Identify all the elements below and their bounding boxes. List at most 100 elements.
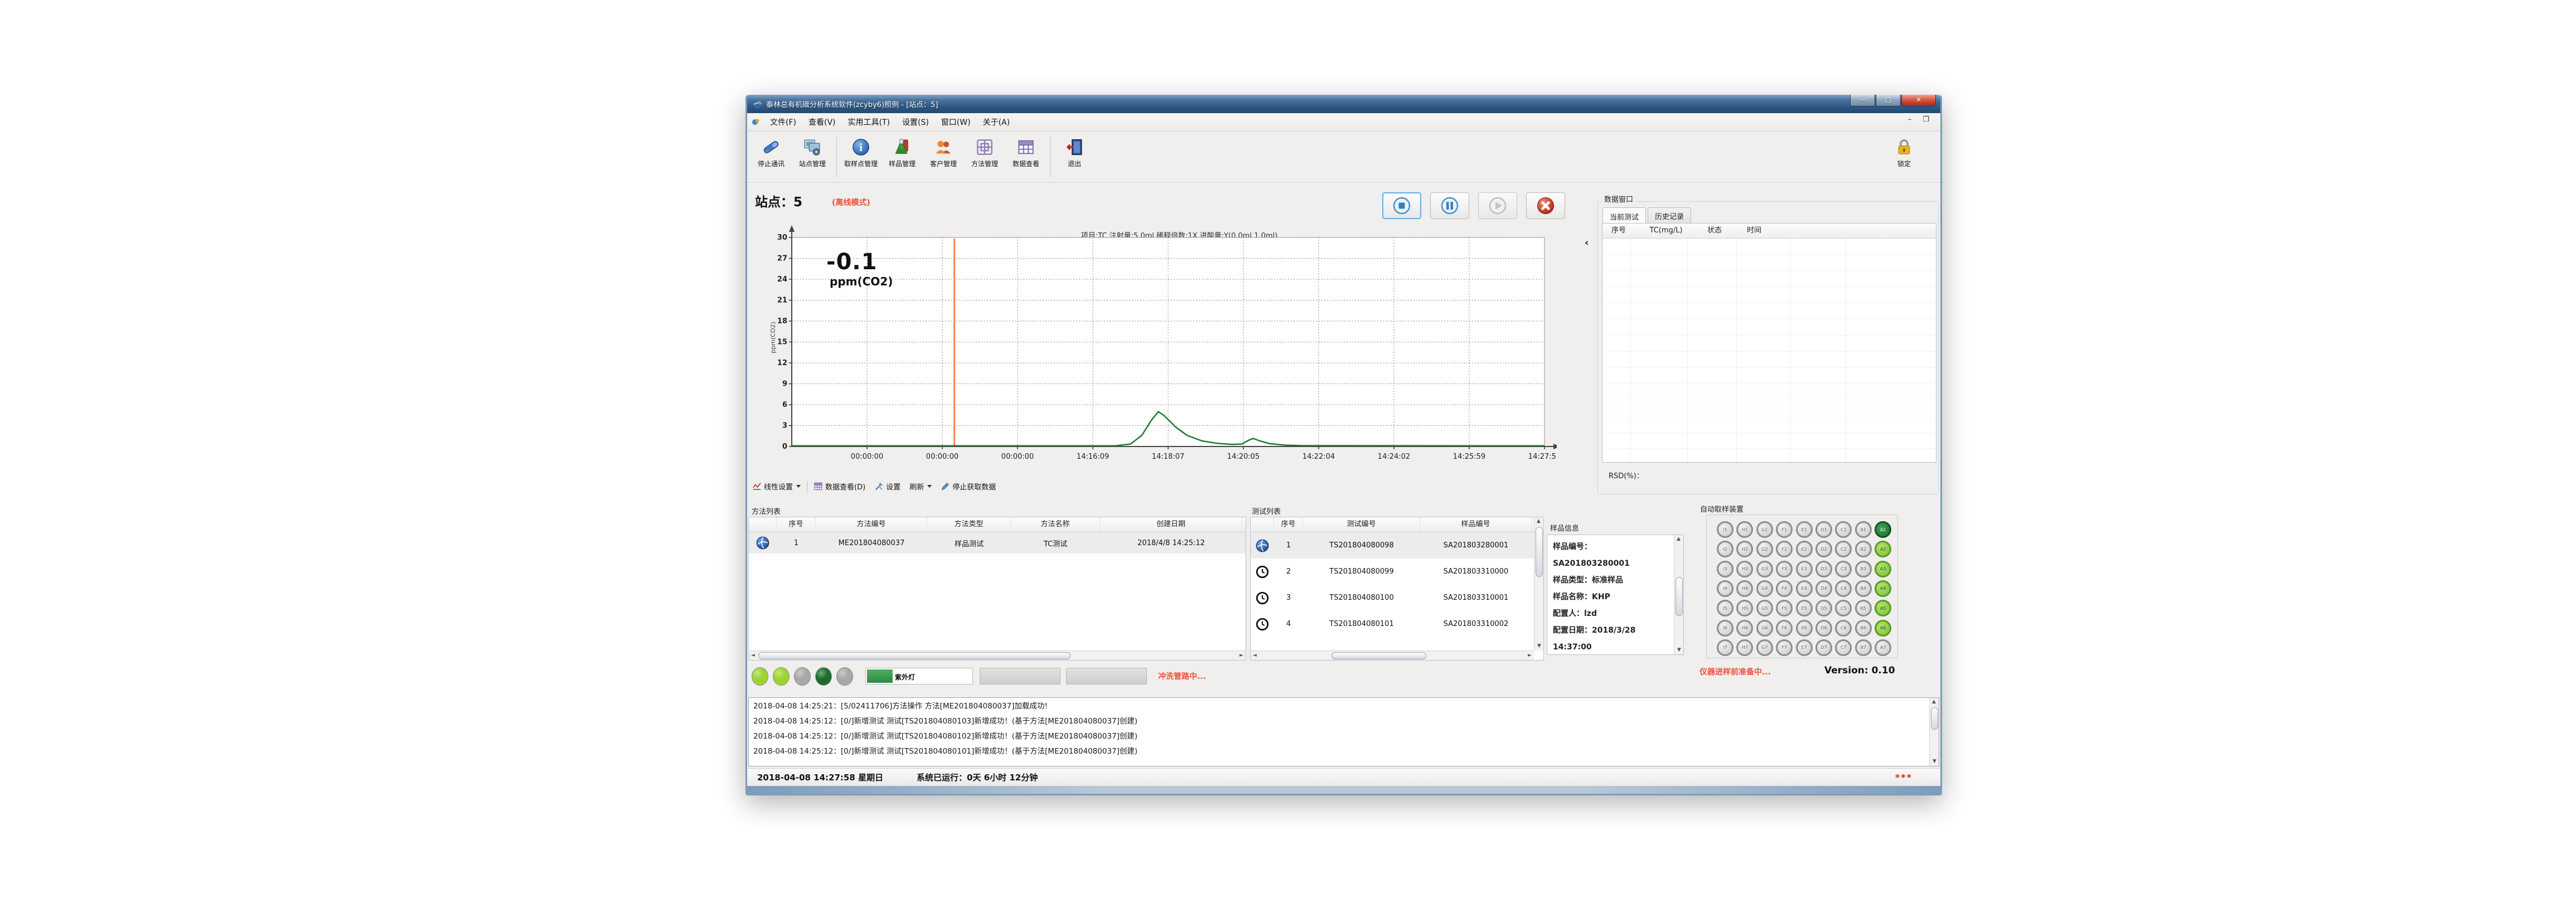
method-column-序号[interactable]: 序号 <box>777 517 816 532</box>
well-B5[interactable]: B5 <box>1855 600 1872 616</box>
well-H1[interactable]: H1 <box>1736 521 1753 538</box>
well-D7[interactable]: D7 <box>1815 639 1832 656</box>
well-A2[interactable]: A2 <box>1875 541 1891 557</box>
scroll-right-arrow[interactable]: ► <box>1526 652 1534 660</box>
chart-toolbar-数据查看(D)[interactable]: 数据查看(D) <box>811 479 868 493</box>
data-window-column-1[interactable]: 序号 <box>1602 224 1635 238</box>
close-button[interactable]: ✕ <box>1901 95 1936 106</box>
well-F7[interactable]: F7 <box>1776 639 1793 656</box>
well-D1[interactable]: D1 <box>1815 521 1832 538</box>
well-H4[interactable]: H4 <box>1736 580 1753 597</box>
stop-run-button[interactable] <box>1382 192 1421 219</box>
scroll-right-arrow[interactable]: ► <box>1237 652 1246 660</box>
well-I6[interactable]: I6 <box>1717 620 1734 637</box>
test-column-测试编号[interactable]: 测试编号 <box>1303 517 1420 532</box>
data-window-column-2[interactable]: TC(mg/L) <box>1635 224 1697 238</box>
scroll-up-arrow[interactable]: ▲ <box>1930 698 1938 706</box>
test-row[interactable]: 1TS201804080098SA201803280001 <box>1251 532 1543 559</box>
well-B1[interactable]: B1 <box>1855 521 1872 538</box>
well-D2[interactable]: D2 <box>1815 541 1832 557</box>
well-C1[interactable]: C1 <box>1835 521 1852 538</box>
well-H5[interactable]: H5 <box>1736 600 1753 616</box>
well-F1[interactable]: F1 <box>1776 521 1793 538</box>
chart-toolbar-刷新[interactable]: 刷新 <box>907 479 934 493</box>
well-C4[interactable]: C4 <box>1835 580 1852 597</box>
well-G1[interactable]: G1 <box>1756 521 1773 538</box>
well-E4[interactable]: E4 <box>1796 580 1813 597</box>
menu-item-2[interactable]: 查看(V) <box>802 114 842 130</box>
well-G3[interactable]: G3 <box>1756 561 1773 577</box>
well-I7[interactable]: I7 <box>1717 639 1734 656</box>
well-D3[interactable]: D3 <box>1815 561 1832 577</box>
well-B3[interactable]: B3 <box>1855 561 1872 577</box>
test-list-vscrollbar[interactable]: ▲ ▼ <box>1534 517 1543 650</box>
well-H2[interactable]: H2 <box>1736 541 1753 557</box>
test-row[interactable]: 2TS201804080099SA201803310000 <box>1251 559 1543 585</box>
minimize-button[interactable]: — <box>1850 95 1875 106</box>
test-column-序号[interactable]: 序号 <box>1274 517 1303 532</box>
scroll-up-arrow[interactable]: ▲ <box>1534 517 1543 526</box>
toolbar-button-停止通讯[interactable]: 停止通讯 <box>750 135 792 177</box>
well-H3[interactable]: H3 <box>1736 561 1753 577</box>
toolbar-button-站点管理[interactable]: 站点管理 <box>792 135 833 177</box>
method-row[interactable]: 1ME201804080037样品测试TC测试2018/4/8 14:25:12 <box>749 532 1246 554</box>
menu-item-5[interactable]: 窗口(W) <box>935 114 977 130</box>
well-F5[interactable]: F5 <box>1776 600 1793 616</box>
well-C5[interactable]: C5 <box>1835 600 1852 616</box>
mdi-window-controls[interactable]: – ❐ <box>1908 115 1934 124</box>
scroll-left-arrow[interactable]: ◄ <box>749 652 757 660</box>
well-G5[interactable]: G5 <box>1756 600 1773 616</box>
menu-item-6[interactable]: 关于(A) <box>977 114 1016 130</box>
well-G2[interactable]: G2 <box>1756 541 1773 557</box>
method-list-hscrollbar[interactable]: ◄ ► <box>749 650 1246 660</box>
well-A6[interactable]: A6 <box>1875 620 1891 637</box>
well-B2[interactable]: B2 <box>1855 541 1872 557</box>
test-column-icon[interactable] <box>1251 517 1274 532</box>
well-C2[interactable]: C2 <box>1835 541 1852 557</box>
chart-toolbar-设置[interactable]: 设置 <box>871 479 903 493</box>
method-column-方法编号[interactable]: 方法编号 <box>816 517 927 532</box>
scroll-left-arrow[interactable]: ◄ <box>1251 652 1259 660</box>
well-I4[interactable]: I4 <box>1717 580 1734 597</box>
close-run-button[interactable] <box>1526 192 1565 219</box>
well-G6[interactable]: G6 <box>1756 620 1773 637</box>
well-A5[interactable]: A5 <box>1875 600 1891 616</box>
well-E7[interactable]: E7 <box>1796 639 1813 656</box>
test-list-hscrollbar[interactable]: ◄ ► <box>1251 650 1534 660</box>
well-G7[interactable]: G7 <box>1756 639 1773 656</box>
chart-toolbar-线性设置[interactable]: 线性设置 <box>749 479 803 493</box>
well-E5[interactable]: E5 <box>1796 600 1813 616</box>
well-B7[interactable]: B7 <box>1855 639 1872 656</box>
well-D6[interactable]: D6 <box>1815 620 1832 637</box>
well-F6[interactable]: F6 <box>1776 620 1793 637</box>
method-column-方法名称[interactable]: 方法名称 <box>1011 517 1100 532</box>
data-window-column-4[interactable]: 时间 <box>1732 224 1776 238</box>
well-G4[interactable]: G4 <box>1756 580 1773 597</box>
well-F2[interactable]: F2 <box>1776 541 1793 557</box>
well-H7[interactable]: H7 <box>1736 639 1753 656</box>
collapse-panel-chevron[interactable]: ‹ <box>1585 237 1589 249</box>
well-C6[interactable]: C6 <box>1835 620 1852 637</box>
method-column-方法类型[interactable]: 方法类型 <box>927 517 1011 532</box>
menu-item-1[interactable]: 文件(F) <box>764 114 802 130</box>
title-bar[interactable]: 泰林总有机碳分析系统软件(zcyby6)照例 - [站点：5] — □ ✕ <box>747 95 1940 113</box>
well-A4[interactable]: A4 <box>1875 580 1891 597</box>
tab-当前测试[interactable]: 当前测试 <box>1602 207 1646 225</box>
well-C7[interactable]: C7 <box>1835 639 1852 656</box>
menu-item-3[interactable]: 实用工具(T) <box>842 114 896 130</box>
chart-toolbar-停止获取数据[interactable]: 停止获取数据 <box>938 479 999 493</box>
well-C3[interactable]: C3 <box>1835 561 1852 577</box>
toolbar-button-样品管理[interactable]: 样品管理 <box>882 135 923 177</box>
well-B6[interactable]: B6 <box>1855 620 1872 637</box>
data-window-column-3[interactable]: 状态 <box>1697 224 1732 238</box>
tab-历史记录[interactable]: 历史记录 <box>1648 207 1691 224</box>
method-column-创建日期[interactable]: 创建日期 <box>1100 517 1242 532</box>
well-D4[interactable]: D4 <box>1815 580 1832 597</box>
toolbar-button-方法管理[interactable]: 方法管理 <box>964 135 1005 177</box>
toolbar-button-客户管理[interactable]: 客户管理 <box>923 135 964 177</box>
well-D5[interactable]: D5 <box>1815 600 1832 616</box>
menu-item-4[interactable]: 设置(S) <box>896 114 935 130</box>
scroll-down-arrow[interactable]: ▼ <box>1675 646 1683 654</box>
well-E6[interactable]: E6 <box>1796 620 1813 637</box>
well-H6[interactable]: H6 <box>1736 620 1753 637</box>
